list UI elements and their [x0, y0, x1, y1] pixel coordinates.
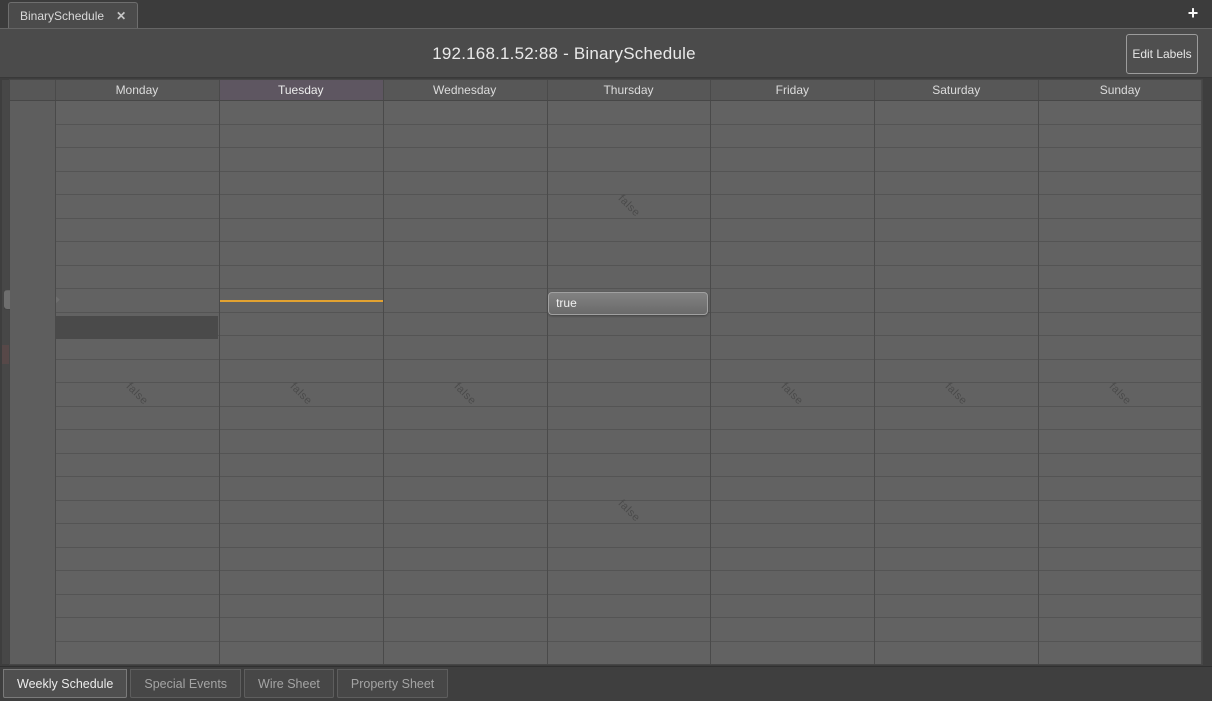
- grid-hline: [55, 453, 1202, 454]
- view-tabs: Weekly ScheduleSpecial EventsWire SheetP…: [3, 669, 448, 698]
- grid-vline: [710, 80, 711, 664]
- grid-hline: [55, 429, 1202, 430]
- grid-hline: [55, 617, 1202, 618]
- grid-hline: [55, 124, 1202, 125]
- grid-hline: [55, 359, 1202, 360]
- tab-title: BinarySchedule: [20, 9, 104, 23]
- grid-hline: [55, 171, 1202, 172]
- day-header-monday[interactable]: Monday: [55, 80, 219, 100]
- grid-hline: [55, 147, 1202, 148]
- left-rail: [2, 80, 10, 664]
- page-title: 192.168.1.52:88 - BinarySchedule: [0, 29, 1128, 79]
- grid-hline: [55, 500, 1202, 501]
- title-bar: 192.168.1.52:88 - BinarySchedule Edit La…: [0, 28, 1212, 78]
- grid-hline: [55, 406, 1202, 407]
- event-label: true: [556, 296, 577, 310]
- day-header-saturday[interactable]: Saturday: [874, 80, 1038, 100]
- document-tab-strip: BinarySchedule ✕ +: [0, 0, 1212, 28]
- event-start-line-tuesday[interactable]: [219, 300, 383, 302]
- grid-hline: [55, 641, 1202, 642]
- close-icon[interactable]: ✕: [116, 10, 126, 22]
- view-tab-bar: Weekly ScheduleSpecial EventsWire SheetP…: [0, 666, 1212, 701]
- grid-vline: [874, 80, 875, 664]
- day-header-tuesday[interactable]: Tuesday: [219, 80, 383, 100]
- grid-vline: [55, 80, 56, 664]
- event-block-thursday[interactable]: true: [548, 292, 708, 315]
- view-tab-special-events[interactable]: Special Events: [130, 669, 241, 698]
- grid-hline: [55, 218, 1202, 219]
- tab-binary-schedule[interactable]: BinarySchedule ✕: [8, 2, 138, 28]
- weekly-schedule-grid[interactable]: MondayTuesdayWednesdayThursdayFridaySatu…: [10, 80, 1202, 664]
- day-header-sunday[interactable]: Sunday: [1038, 80, 1202, 100]
- grid-hline: [55, 382, 1202, 383]
- grid-hline: [55, 547, 1202, 548]
- grid-vline: [219, 80, 220, 664]
- day-header-friday[interactable]: Friday: [710, 80, 874, 100]
- grid-hline: [55, 288, 1202, 289]
- grid-hline: [55, 265, 1202, 266]
- grid-hline: [55, 335, 1202, 336]
- day-header-thursday[interactable]: Thursday: [547, 80, 711, 100]
- grid-hline: [55, 570, 1202, 571]
- grid-hline: [55, 594, 1202, 595]
- grid-vline: [1038, 80, 1039, 664]
- view-tab-weekly-schedule[interactable]: Weekly Schedule: [3, 669, 127, 698]
- grid-hline: [55, 241, 1202, 242]
- grid-vline: [547, 80, 548, 664]
- view-tab-wire-sheet[interactable]: Wire Sheet: [244, 669, 334, 698]
- new-tab-icon[interactable]: +: [1183, 3, 1203, 23]
- rail-position-marker: [2, 345, 9, 364]
- day-header-wednesday[interactable]: Wednesday: [383, 80, 547, 100]
- view-tab-property-sheet[interactable]: Property Sheet: [337, 669, 448, 698]
- grid-vline: [383, 80, 384, 664]
- grid-hline: [55, 476, 1202, 477]
- time-gutter: [10, 100, 55, 664]
- grid-hline: [55, 194, 1202, 195]
- grid-corner: [10, 80, 55, 100]
- header-divider: [10, 100, 1202, 101]
- binary-schedule-window: BinarySchedule ✕ + 192.168.1.52:88 - Bin…: [0, 0, 1212, 701]
- selection-block-monday[interactable]: [56, 316, 219, 340]
- grid-hline: [55, 523, 1202, 524]
- grid-vline: [1201, 80, 1202, 664]
- edit-labels-button[interactable]: Edit Labels: [1126, 34, 1198, 74]
